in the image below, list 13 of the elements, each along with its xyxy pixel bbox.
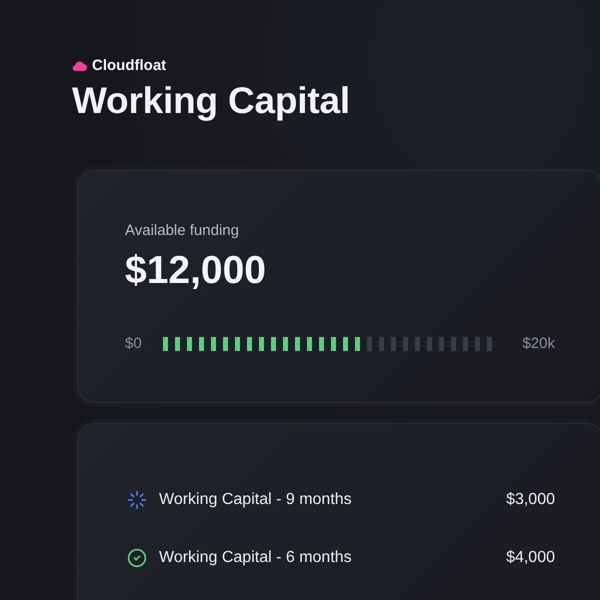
loading-spinner-icon [127, 490, 147, 510]
loan-amount: $3,000 [506, 490, 555, 510]
check-circle-icon [127, 548, 147, 568]
meter-max-label: $20k [522, 334, 555, 354]
funding-label: Available funding [125, 221, 240, 241]
cloud-icon [72, 61, 87, 71]
loan-name: Working Capital - 9 months [159, 490, 352, 510]
funding-amount: $12,000 [125, 249, 267, 293]
loan-name: Working Capital - 6 months [159, 548, 352, 568]
brand-name: Cloudfloat [92, 56, 166, 76]
page-title: Working Capital [72, 79, 351, 123]
loan-amount: $4,000 [506, 548, 555, 568]
meter-min-label: $0 [125, 334, 142, 354]
